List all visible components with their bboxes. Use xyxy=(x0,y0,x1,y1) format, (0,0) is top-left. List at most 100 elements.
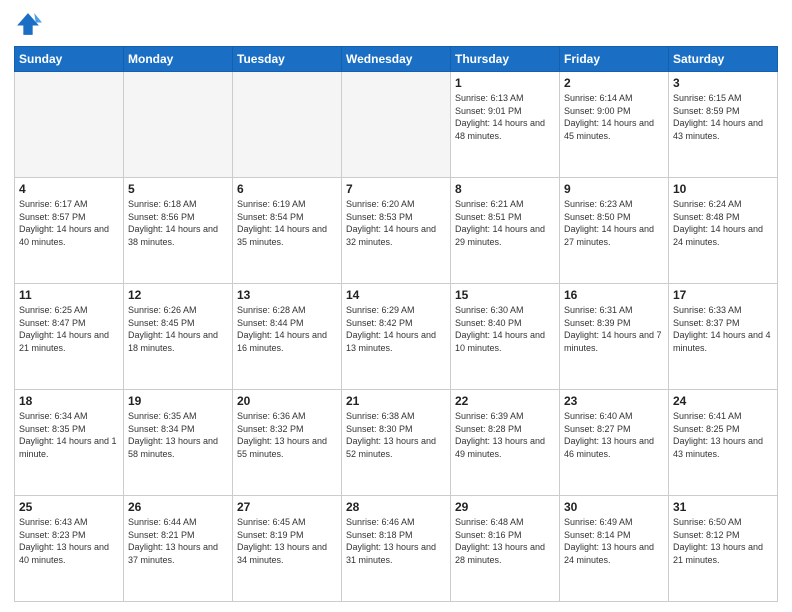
day-number: 12 xyxy=(128,288,228,302)
calendar-cell: 9 Sunrise: 6:23 AM Sunset: 8:50 PM Daylig… xyxy=(560,178,669,284)
day-info: Sunrise: 6:17 AM Sunset: 8:57 PM Dayligh… xyxy=(19,198,119,248)
day-number: 7 xyxy=(346,182,446,196)
day-info: Sunrise: 6:45 AM Sunset: 8:19 PM Dayligh… xyxy=(237,516,337,566)
calendar-table: SundayMondayTuesdayWednesdayThursdayFrid… xyxy=(14,46,778,602)
day-number: 11 xyxy=(19,288,119,302)
calendar-cell: 30Sunrise: 6:49 AM Sunset: 8:14 PM Dayli… xyxy=(560,496,669,602)
day-number: 17 xyxy=(673,288,773,302)
calendar-day-header: Friday xyxy=(560,47,669,72)
calendar-day-header: Tuesday xyxy=(233,47,342,72)
day-number: 31 xyxy=(673,500,773,514)
day-number: 29 xyxy=(455,500,555,514)
calendar-cell: 28 Sunrise: 6:46 AM Sunset: 8:18 PM Dayli… xyxy=(342,496,451,602)
day-number: 2 xyxy=(564,76,664,90)
calendar-cell: 10 Sunrise: 6:24 AM Sunset: 8:48 PM Dayli… xyxy=(669,178,778,284)
logo xyxy=(14,10,46,38)
calendar-cell: 23 Sunrise: 6:40 AM Sunset: 8:27 PM Dayli… xyxy=(560,390,669,496)
day-info: Sunrise: 6:26 AM Sunset: 8:45 PM Dayligh… xyxy=(128,304,228,354)
day-info: Sunrise: 6:40 AM Sunset: 8:27 PM Dayligh… xyxy=(564,410,664,460)
day-number: 15 xyxy=(455,288,555,302)
calendar-day-header: Monday xyxy=(124,47,233,72)
day-number: 26 xyxy=(128,500,228,514)
day-info: Sunrise: 6:30 AM Sunset: 8:40 PM Dayligh… xyxy=(455,304,555,354)
day-info: Sunrise: 6:25 AM Sunset: 8:47 PM Dayligh… xyxy=(19,304,119,354)
day-info: Sunrise: 6:34 AM Sunset: 8:35 PM Dayligh… xyxy=(19,410,119,460)
calendar-cell: 20 Sunrise: 6:36 AM Sunset: 8:32 PM Dayli… xyxy=(233,390,342,496)
day-info: Sunrise: 6:49 AM Sunset: 8:14 PM Dayligh… xyxy=(564,516,664,566)
calendar-cell: 24Sunrise: 6:41 AM Sunset: 8:25 PM Dayli… xyxy=(669,390,778,496)
day-info: Sunrise: 6:50 AM Sunset: 8:12 PM Dayligh… xyxy=(673,516,773,566)
day-number: 14 xyxy=(346,288,446,302)
day-info: Sunrise: 6:18 AM Sunset: 8:56 PM Dayligh… xyxy=(128,198,228,248)
calendar-cell: 26 Sunrise: 6:44 AM Sunset: 8:21 PM Dayli… xyxy=(124,496,233,602)
day-info: Sunrise: 6:24 AM Sunset: 8:48 PM Dayligh… xyxy=(673,198,773,248)
day-info: Sunrise: 6:36 AM Sunset: 8:32 PM Dayligh… xyxy=(237,410,337,460)
day-info: Sunrise: 6:48 AM Sunset: 8:16 PM Dayligh… xyxy=(455,516,555,566)
calendar-cell: 1Sunrise: 6:13 AM Sunset: 9:01 PM Daylig… xyxy=(451,72,560,178)
day-info: Sunrise: 6:44 AM Sunset: 8:21 PM Dayligh… xyxy=(128,516,228,566)
day-number: 21 xyxy=(346,394,446,408)
day-info: Sunrise: 6:43 AM Sunset: 8:23 PM Dayligh… xyxy=(19,516,119,566)
calendar-cell: 29 Sunrise: 6:48 AM Sunset: 8:16 PM Dayli… xyxy=(451,496,560,602)
calendar-cell: 19Sunrise: 6:35 AM Sunset: 8:34 PM Dayli… xyxy=(124,390,233,496)
calendar-cell xyxy=(342,72,451,178)
page: SundayMondayTuesdayWednesdayThursdayFrid… xyxy=(0,0,792,612)
day-number: 23 xyxy=(564,394,664,408)
calendar-cell: 31 Sunrise: 6:50 AM Sunset: 8:12 PM Dayli… xyxy=(669,496,778,602)
day-number: 18 xyxy=(19,394,119,408)
calendar-week-row: 4Sunrise: 6:17 AM Sunset: 8:57 PM Daylig… xyxy=(15,178,778,284)
calendar-cell: 21 Sunrise: 6:38 AM Sunset: 8:30 PM Dayli… xyxy=(342,390,451,496)
calendar-cell: 6 Sunrise: 6:19 AM Sunset: 8:54 PM Daylig… xyxy=(233,178,342,284)
calendar-cell: 27 Sunrise: 6:45 AM Sunset: 8:19 PM Dayli… xyxy=(233,496,342,602)
calendar-cell: 22Sunrise: 6:39 AM Sunset: 8:28 PM Dayli… xyxy=(451,390,560,496)
calendar-cell: 8Sunrise: 6:21 AM Sunset: 8:51 PM Daylig… xyxy=(451,178,560,284)
calendar-cell xyxy=(233,72,342,178)
calendar-cell: 16 Sunrise: 6:31 AM Sunset: 8:39 PM Dayli… xyxy=(560,284,669,390)
day-number: 9 xyxy=(564,182,664,196)
day-number: 3 xyxy=(673,76,773,90)
day-number: 28 xyxy=(346,500,446,514)
calendar-cell: 25 Sunrise: 6:43 AM Sunset: 8:23 PM Dayli… xyxy=(15,496,124,602)
calendar-cell: 15 Sunrise: 6:30 AM Sunset: 8:40 PM Dayli… xyxy=(451,284,560,390)
day-number: 13 xyxy=(237,288,337,302)
calendar-day-header: Sunday xyxy=(15,47,124,72)
calendar-cell: 13 Sunrise: 6:28 AM Sunset: 8:44 PM Dayli… xyxy=(233,284,342,390)
day-info: Sunrise: 6:28 AM Sunset: 8:44 PM Dayligh… xyxy=(237,304,337,354)
calendar-cell: 18 Sunrise: 6:34 AM Sunset: 8:35 PM Dayli… xyxy=(15,390,124,496)
day-info: Sunrise: 6:35 AM Sunset: 8:34 PM Dayligh… xyxy=(128,410,228,460)
day-info: Sunrise: 6:23 AM Sunset: 8:50 PM Dayligh… xyxy=(564,198,664,248)
day-info: Sunrise: 6:46 AM Sunset: 8:18 PM Dayligh… xyxy=(346,516,446,566)
day-info: Sunrise: 6:19 AM Sunset: 8:54 PM Dayligh… xyxy=(237,198,337,248)
calendar-cell xyxy=(124,72,233,178)
day-info: Sunrise: 6:21 AM Sunset: 8:51 PM Dayligh… xyxy=(455,198,555,248)
day-number: 10 xyxy=(673,182,773,196)
calendar-day-header: Wednesday xyxy=(342,47,451,72)
day-number: 16 xyxy=(564,288,664,302)
calendar-cell: 3 Sunrise: 6:15 AM Sunset: 8:59 PM Daylig… xyxy=(669,72,778,178)
day-info: Sunrise: 6:13 AM Sunset: 9:01 PM Dayligh… xyxy=(455,92,555,142)
day-info: Sunrise: 6:20 AM Sunset: 8:53 PM Dayligh… xyxy=(346,198,446,248)
day-number: 24 xyxy=(673,394,773,408)
day-info: Sunrise: 6:38 AM Sunset: 8:30 PM Dayligh… xyxy=(346,410,446,460)
calendar-week-row: 1Sunrise: 6:13 AM Sunset: 9:01 PM Daylig… xyxy=(15,72,778,178)
calendar-cell: 14Sunrise: 6:29 AM Sunset: 8:42 PM Dayli… xyxy=(342,284,451,390)
day-info: Sunrise: 6:15 AM Sunset: 8:59 PM Dayligh… xyxy=(673,92,773,142)
calendar-cell: 7 Sunrise: 6:20 AM Sunset: 8:53 PM Daylig… xyxy=(342,178,451,284)
day-number: 6 xyxy=(237,182,337,196)
calendar-week-row: 25 Sunrise: 6:43 AM Sunset: 8:23 PM Dayli… xyxy=(15,496,778,602)
day-info: Sunrise: 6:31 AM Sunset: 8:39 PM Dayligh… xyxy=(564,304,664,354)
calendar-week-row: 11 Sunrise: 6:25 AM Sunset: 8:47 PM Dayli… xyxy=(15,284,778,390)
calendar-cell xyxy=(15,72,124,178)
day-number: 20 xyxy=(237,394,337,408)
calendar-header-row: SundayMondayTuesdayWednesdayThursdayFrid… xyxy=(15,47,778,72)
calendar-week-row: 18 Sunrise: 6:34 AM Sunset: 8:35 PM Dayli… xyxy=(15,390,778,496)
calendar-cell: 4Sunrise: 6:17 AM Sunset: 8:57 PM Daylig… xyxy=(15,178,124,284)
calendar-cell: 12 Sunrise: 6:26 AM Sunset: 8:45 PM Dayli… xyxy=(124,284,233,390)
day-info: Sunrise: 6:33 AM Sunset: 8:37 PM Dayligh… xyxy=(673,304,773,354)
calendar-cell: 11 Sunrise: 6:25 AM Sunset: 8:47 PM Dayli… xyxy=(15,284,124,390)
day-number: 25 xyxy=(19,500,119,514)
calendar-cell: 5Sunrise: 6:18 AM Sunset: 8:56 PM Daylig… xyxy=(124,178,233,284)
calendar-day-header: Saturday xyxy=(669,47,778,72)
day-number: 27 xyxy=(237,500,337,514)
day-info: Sunrise: 6:14 AM Sunset: 9:00 PM Dayligh… xyxy=(564,92,664,142)
